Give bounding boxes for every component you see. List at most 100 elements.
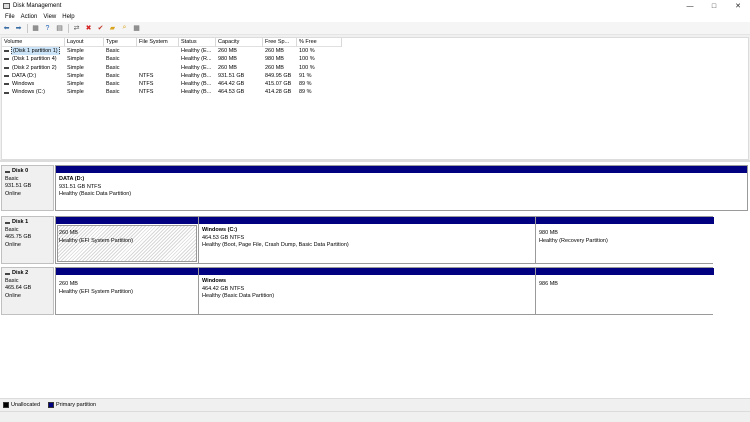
- disk-size: 465.75 GB: [5, 234, 32, 240]
- column-header-file-system[interactable]: File System: [137, 38, 179, 47]
- volume-capacity: 260 MB: [218, 64, 237, 71]
- volume-type: Basic: [106, 72, 120, 79]
- volume-type: Basic: [106, 56, 120, 63]
- partition-size: 980 MB: [539, 230, 558, 236]
- toolbar-separator: [27, 23, 28, 33]
- volume-row[interactable]: Windows (C:) Simple Basic NTFS Healthy (B...…: [2, 88, 342, 96]
- menu-action[interactable]: Action: [18, 14, 41, 20]
- list-view-icon[interactable]: ▤: [55, 24, 64, 33]
- column-header-type[interactable]: Type: [104, 38, 137, 47]
- column-header-layout[interactable]: Layout: [65, 38, 104, 47]
- forward-icon[interactable]: ➡: [14, 24, 23, 33]
- volume-label: Windows: [12, 81, 35, 88]
- volume-row[interactable]: (Disk 1 partition 4) Simple Basic Healthy (…: [2, 55, 342, 63]
- partition-windows[interactable]: Windows 464.42 GB NTFS Healthy (Basic Da…: [199, 268, 536, 314]
- column-header-status[interactable]: Status: [179, 38, 216, 47]
- help-icon[interactable]: ?: [43, 24, 52, 33]
- disk-size: 465.64 GB: [5, 285, 32, 291]
- volume-name: (Disk 2 partition 2): [2, 64, 65, 72]
- partition-status: Healthy (EFI System Partition): [59, 288, 133, 295]
- volume-list-header: Volume Layout Type File System Status Ca…: [2, 38, 342, 47]
- volume-type: Basic: [106, 48, 120, 54]
- volume-capacity: 464.42 GB: [218, 81, 245, 88]
- partition-data-d[interactable]: DATA (D:) 931.51 GB NTFS Healthy (Basic …: [56, 166, 747, 210]
- primary-partition-bar: [56, 217, 198, 224]
- disk-status: Online: [5, 241, 21, 248]
- legend-unallocated: Unallocated: [3, 402, 40, 408]
- volume-percent-free: 100 %: [299, 64, 315, 71]
- legend-label: Unallocated: [11, 402, 41, 408]
- volume-free-space: 260 MB: [265, 48, 284, 54]
- disk-status: Online: [5, 292, 21, 299]
- menu-help[interactable]: Help: [59, 14, 77, 20]
- volume-row[interactable]: DATA (D:) Simple Basic NTFS Healthy (B... 931…: [2, 72, 342, 80]
- close-button[interactable]: ✕: [726, 0, 750, 12]
- partition-size: 260 MB: [59, 281, 78, 287]
- disk-2-label[interactable]: Disk 2 Basic 465.64 GB Online: [1, 267, 54, 315]
- disk-1-name-row: Disk 1: [5, 219, 50, 227]
- volume-free-space: 980 MB: [265, 56, 284, 63]
- column-header-percent-free[interactable]: % Free: [297, 38, 342, 47]
- primary-partition-bar: [536, 217, 714, 224]
- disk-2-partition-map: 260 MB Healthy (EFI System Partition) Wi…: [55, 267, 714, 315]
- volume-row[interactable]: (Disk 2 partition 2) Simple Basic Healthy (…: [2, 64, 342, 72]
- check-icon[interactable]: ✔: [96, 24, 105, 33]
- partition-size: 931.51 GB NTFS: [59, 183, 102, 190]
- volume-row[interactable]: (Disk 1 partition 1) Simple Basic Healthy (…: [2, 47, 342, 56]
- primary-partition-bar: [536, 268, 714, 275]
- menu-view[interactable]: View: [40, 14, 59, 20]
- volume-capacity: 464.53 GB: [218, 89, 245, 96]
- partition-status: Healthy (EFI System Partition): [59, 237, 133, 244]
- disk-map-pane: Disk 0 Basic 931.51 GB Online DATA (D:) …: [0, 162, 750, 398]
- volume-icon: [4, 83, 9, 86]
- connect-icon[interactable]: ⇄: [72, 24, 81, 33]
- volume-layout: Simple: [67, 64, 84, 71]
- volume-status: Healthy (B...: [181, 89, 212, 96]
- volume-layout: Simple: [67, 89, 84, 96]
- volume-status: Healthy (R...: [181, 56, 212, 63]
- partition-disk1-recovery[interactable]: 980 MB Healthy (Recovery Partition): [536, 217, 714, 263]
- minimize-button[interactable]: —: [678, 0, 702, 12]
- volume-label: (Disk 1 partition 4): [12, 56, 57, 63]
- column-header-volume[interactable]: Volume: [2, 38, 65, 47]
- volume-type: Basic: [106, 64, 120, 71]
- volume-name: Windows (C:): [2, 88, 65, 96]
- search-icon[interactable]: ⌕: [120, 24, 129, 33]
- volume-file-system: [137, 47, 179, 55]
- partition-disk2-efi[interactable]: 260 MB Healthy (EFI System Partition): [56, 268, 199, 314]
- volume-status: Healthy (E...: [181, 48, 212, 54]
- volume-row[interactable]: Windows Simple Basic NTFS Healthy (B... 464.4…: [2, 80, 342, 88]
- toolbar: ⬅ ➡ ▦? ▤ ⇄ ✖ ✔ ▰ ⌕ ▦: [0, 22, 750, 35]
- partition-details: 986 MB: [539, 281, 558, 289]
- volume-percent-free: 100 %: [299, 48, 315, 54]
- partition-name: DATA (D:): [59, 176, 85, 182]
- back-icon[interactable]: ⬅: [2, 24, 11, 33]
- properties-view-icon[interactable]: ▦: [31, 24, 40, 33]
- partition-disk2-986mb[interactable]: 986 MB: [536, 268, 714, 314]
- volume-layout: Simple: [67, 56, 84, 63]
- column-header-free-space[interactable]: Free Sp...: [263, 38, 297, 47]
- disk-0-name-row: Disk 0: [5, 168, 50, 176]
- partition-size: 986 MB: [539, 281, 558, 287]
- volume-type: Basic: [106, 81, 120, 88]
- volume-layout: Simple: [67, 72, 84, 79]
- legend-label: Primary partition: [56, 402, 97, 408]
- partition-details: 980 MB Healthy (Recovery Partition): [539, 230, 608, 245]
- partition-disk1-efi[interactable]: 260 MB Healthy (EFI System Partition): [56, 217, 199, 263]
- column-header-capacity[interactable]: Capacity: [216, 38, 263, 47]
- primary-partition-bar: [199, 217, 535, 224]
- grid-icon[interactable]: ▦: [132, 24, 141, 33]
- partition-size: 260 MB: [59, 230, 78, 236]
- disk-0-label[interactable]: Disk 0 Basic 931.51 GB Online: [1, 165, 54, 211]
- primary-partition-bar: [199, 268, 535, 275]
- delete-icon[interactable]: ✖: [84, 24, 93, 33]
- partition-windows-c[interactable]: Windows (C:) 464.53 GB NTFS Healthy (Boo…: [199, 217, 536, 263]
- folder-icon[interactable]: ▰: [108, 24, 117, 33]
- maximize-button[interactable]: □: [702, 0, 726, 12]
- menu-file[interactable]: File: [2, 14, 18, 20]
- disk-1-label[interactable]: Disk 1 Basic 465.75 GB Online: [1, 216, 54, 264]
- volume-name: DATA (D:): [2, 72, 65, 80]
- volume-file-system: NTFS: [139, 81, 154, 88]
- window-title: Disk Management: [13, 3, 62, 9]
- volume-icon: [4, 91, 9, 94]
